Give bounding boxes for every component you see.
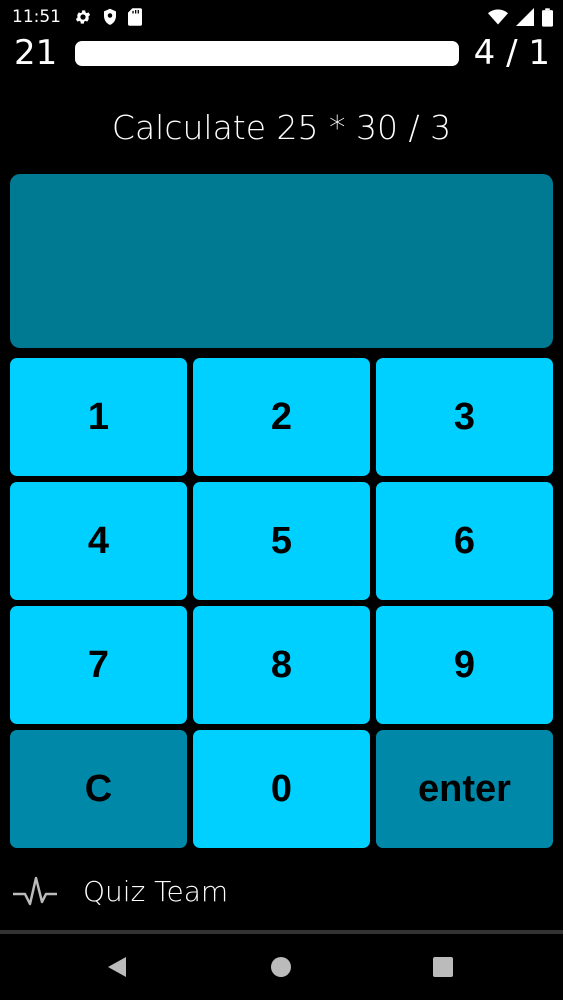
answer-display: [10, 174, 553, 348]
nav-bar: [0, 934, 563, 1000]
key-8-button[interactable]: 8: [193, 606, 370, 724]
pulse-icon: [11, 872, 59, 916]
sd-card-icon: [128, 8, 142, 26]
cellular-icon: [516, 8, 534, 26]
score-right: 4 / 1: [473, 33, 550, 73]
key-9-button[interactable]: 9: [376, 606, 553, 724]
key-1-button[interactable]: 1: [10, 358, 187, 476]
footer-label: Quiz Team: [83, 875, 229, 908]
progress-bar: [75, 41, 459, 66]
keypad: 1 2 3 4 5 6 7 8 9 C 0 enter: [10, 358, 553, 848]
shield-icon: [102, 8, 118, 26]
key-7-button[interactable]: 7: [10, 606, 187, 724]
status-bar: 11:51: [0, 0, 563, 34]
wifi-icon: [488, 8, 508, 26]
key-c-button[interactable]: C: [10, 730, 187, 848]
status-icons-right: [488, 6, 553, 28]
status-icons-left: [74, 6, 142, 28]
key-2-button[interactable]: 2: [193, 358, 370, 476]
recents-square-icon[interactable]: [430, 954, 456, 980]
gear-icon: [74, 8, 92, 26]
key-enter-button[interactable]: enter: [376, 730, 553, 848]
home-circle-icon[interactable]: [268, 954, 294, 980]
question-text: Calculate 25 * 30 / 3: [111, 108, 452, 147]
footer: Quiz Team: [0, 864, 563, 920]
key-6-button[interactable]: 6: [376, 482, 553, 600]
status-time: 11:51: [12, 7, 61, 27]
key-5-button[interactable]: 5: [193, 482, 370, 600]
back-triangle-icon[interactable]: [104, 954, 130, 980]
key-0-button[interactable]: 0: [193, 730, 370, 848]
score-left: 21: [14, 33, 58, 73]
key-4-button[interactable]: 4: [10, 482, 187, 600]
key-3-button[interactable]: 3: [376, 358, 553, 476]
battery-icon: [542, 7, 553, 27]
